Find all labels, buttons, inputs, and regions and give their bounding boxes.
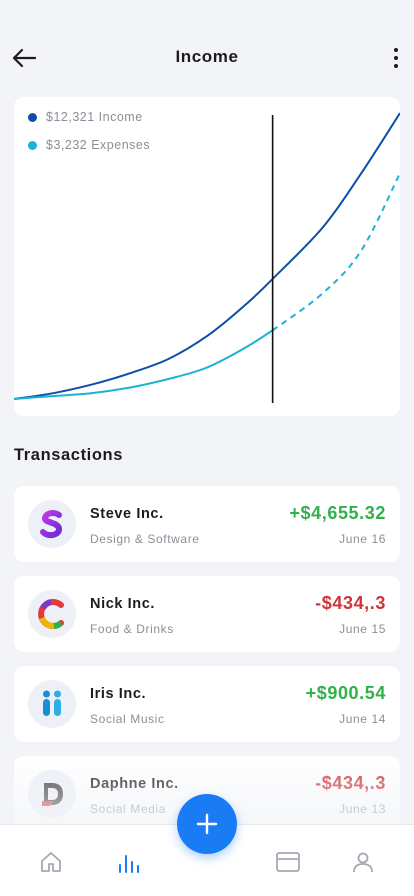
transaction-category: Design & Software bbox=[90, 532, 200, 546]
transaction-item[interactable]: Nick Inc. Food & Drinks -$434,.3 June 15 bbox=[14, 576, 400, 652]
nav-profile-button[interactable] bbox=[348, 847, 378, 877]
income-chart-card: $12,321 Income $3,232 Expenses bbox=[14, 97, 400, 416]
legend-dot-expenses bbox=[28, 140, 37, 150]
card-icon bbox=[276, 852, 300, 872]
profile-icon bbox=[353, 852, 373, 873]
transaction-amount: -$434,.3 bbox=[315, 593, 386, 613]
legend-item-income: $12,321 Income bbox=[28, 110, 150, 124]
transaction-amount: +$900.54 bbox=[305, 683, 386, 703]
more-options-button[interactable] bbox=[384, 42, 408, 74]
d-letter-logo-icon bbox=[28, 770, 76, 818]
transaction-item[interactable]: Iris Inc. Social Music +$900.54 June 14 bbox=[14, 666, 400, 742]
expenses-line bbox=[14, 329, 274, 400]
transaction-name: Steve Inc. bbox=[90, 506, 164, 522]
page-title: Income bbox=[175, 47, 239, 66]
s-letter-logo-icon bbox=[28, 500, 76, 548]
transaction-amount: +$4,655.32 bbox=[289, 503, 386, 523]
transaction-category: Food & Drinks bbox=[90, 622, 174, 636]
more-vertical-icon bbox=[394, 48, 398, 52]
plus-icon bbox=[196, 813, 218, 835]
legend-dot-income bbox=[28, 112, 37, 122]
transaction-name: Nick Inc. bbox=[90, 596, 156, 612]
chart-legend: $12,321 Income $3,232 Expenses bbox=[28, 110, 150, 166]
transactions-list: Steve Inc. Design & Software +$4,655.32 … bbox=[14, 486, 400, 846]
transactions-title: Transactions bbox=[14, 446, 123, 464]
add-transaction-button[interactable] bbox=[177, 794, 237, 854]
transaction-name: Iris Inc. bbox=[90, 686, 147, 702]
transaction-amount: -$434,.3 bbox=[315, 773, 386, 793]
transaction-category: Social Media bbox=[90, 802, 166, 816]
transaction-date: June 13 bbox=[339, 802, 386, 816]
ii-letters-logo-icon bbox=[28, 680, 76, 728]
nav-cards-button[interactable] bbox=[273, 847, 303, 877]
c-letter-logo-icon bbox=[28, 590, 76, 638]
legend-item-expenses: $3,232 Expenses bbox=[28, 138, 150, 152]
transaction-date: June 14 bbox=[339, 712, 386, 726]
nav-home-button[interactable] bbox=[36, 847, 66, 877]
expenses-line-projection bbox=[272, 172, 400, 332]
legend-label-income: $12,321 Income bbox=[46, 110, 143, 124]
chart-bars-icon bbox=[119, 855, 139, 873]
legend-label-expenses: $3,232 Expenses bbox=[46, 138, 151, 152]
nav-stats-button[interactable] bbox=[113, 847, 143, 877]
header: Income bbox=[0, 0, 414, 110]
transaction-date: June 16 bbox=[339, 532, 386, 546]
transaction-date: June 15 bbox=[339, 622, 386, 636]
transaction-category: Social Music bbox=[90, 712, 165, 726]
transaction-name: Daphne Inc. bbox=[90, 776, 179, 792]
transaction-item[interactable]: Steve Inc. Design & Software +$4,655.32 … bbox=[14, 486, 400, 562]
home-icon bbox=[41, 852, 61, 872]
